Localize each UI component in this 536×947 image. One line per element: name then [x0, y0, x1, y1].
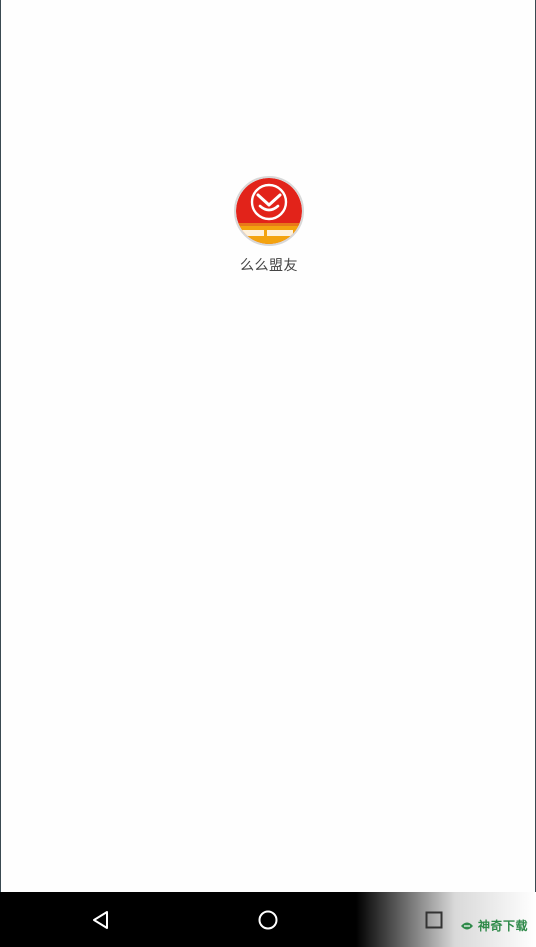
system-navigation-bar: 神奇下载 — [0, 892, 536, 947]
watermark-text: 神奇下载 — [477, 919, 528, 933]
app-label: 么么盟友 — [240, 258, 298, 274]
back-triangle-icon — [93, 911, 108, 929]
home-screen: 么么盟友 — [1, 0, 535, 892]
leaf-logo-icon — [460, 922, 473, 929]
back-button[interactable] — [87, 906, 115, 934]
memeng-logo-graphic — [236, 178, 302, 244]
home-circle-icon — [258, 910, 278, 930]
recents-button[interactable] — [420, 906, 448, 934]
recents-square-icon — [425, 911, 443, 929]
memeng-app-icon[interactable] — [234, 176, 304, 246]
watermark: 神奇下载 — [459, 917, 528, 934]
home-button[interactable] — [254, 906, 282, 934]
app-shortcut-memeng[interactable]: 么么盟友 — [229, 176, 309, 275]
